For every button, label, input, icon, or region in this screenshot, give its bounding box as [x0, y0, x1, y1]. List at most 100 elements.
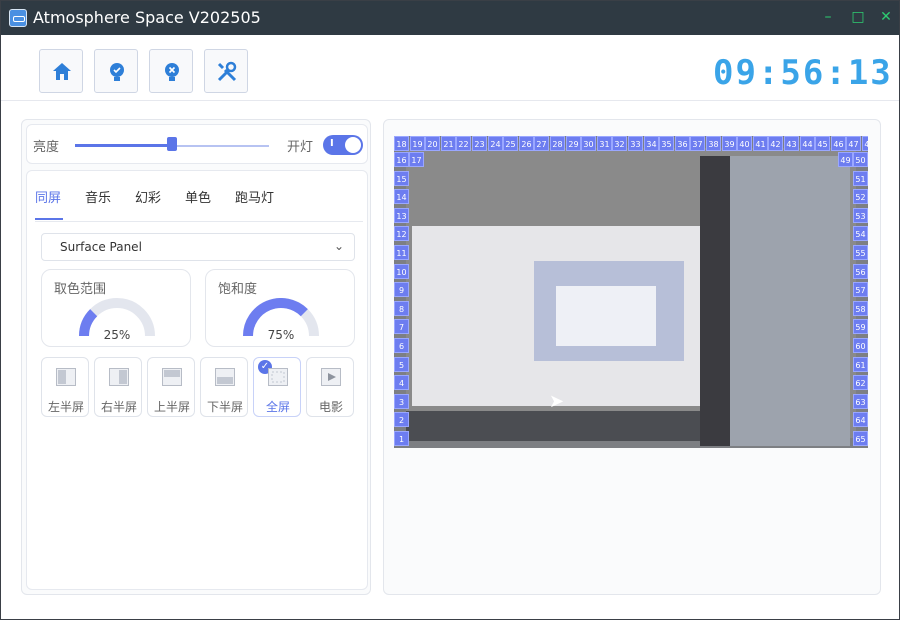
led-top-47: 47	[846, 136, 861, 151]
brightness-slider-fill	[75, 144, 171, 147]
mode-movie-button[interactable]: 电影	[306, 357, 354, 417]
led-top-37: 37	[690, 136, 705, 151]
led-right-60: 60	[853, 338, 868, 353]
led-right-63: 63	[853, 394, 868, 409]
mode-left-half-button[interactable]: 左半屏	[41, 357, 89, 417]
app-logo-icon	[9, 9, 27, 27]
led-left-3: 3	[394, 394, 409, 409]
led-left-10: 10	[394, 264, 409, 279]
saturation-title: 饱和度	[218, 282, 258, 297]
led-top-21: 21	[441, 136, 456, 151]
top-half-icon	[162, 368, 182, 386]
color-range-title: 取色范围	[54, 282, 107, 297]
led-top-46: 46	[831, 136, 846, 151]
led-right-62: 62	[853, 375, 868, 390]
display-select[interactable]: Surface Panel ⌄	[41, 233, 355, 261]
led-right-52: 52	[853, 189, 868, 204]
preview-panel: ➤ 18 19 20 21 22 23 24 25 26 27 28 29 30 31 32 33 34 35 36…	[383, 119, 881, 595]
brightness-slider-thumb[interactable]	[167, 137, 177, 151]
preview-right-region	[730, 156, 850, 446]
display-select-value: Surface Panel	[60, 240, 142, 254]
light-toggle[interactable]: I	[323, 135, 363, 155]
led-top-45: 45	[815, 136, 830, 151]
active-tab-indicator	[35, 218, 63, 220]
mode-label: 上半屏	[153, 400, 190, 414]
tab-music[interactable]: 音乐	[85, 187, 111, 206]
home-icon	[53, 63, 71, 80]
led-top-23: 23	[472, 136, 487, 151]
mode-bottom-half-button[interactable]: 下半屏	[200, 357, 248, 417]
toggle-knob	[345, 137, 361, 153]
led-left-14: 14	[394, 189, 409, 204]
led-left-1: 1	[394, 431, 409, 446]
tab-marquee[interactable]: 跑马灯	[235, 187, 274, 206]
led-right-61: 61	[853, 357, 868, 372]
led-right-55: 55	[853, 245, 868, 260]
led-top-30: 30	[581, 136, 596, 151]
led-top-48: 48	[862, 136, 868, 151]
tools-icon	[217, 61, 237, 82]
app-window: Atmosphere Space V202505 – □ ✕ 09:56:13 …	[0, 0, 900, 620]
led-left-16: 16	[394, 152, 409, 167]
preview-inner-content	[556, 286, 656, 346]
led-top-34: 34	[644, 136, 659, 151]
control-panel: 亮度 开灯 I 同屏 音乐 幻彩 单色 跑马灯 Surface Panel ⌄	[21, 119, 371, 595]
mode-label: 下半屏	[206, 400, 243, 414]
mode-label: 电影	[318, 400, 343, 414]
led-top-42: 42	[768, 136, 783, 151]
led-right-58: 58	[853, 301, 868, 316]
settings-tools-button[interactable]	[204, 49, 248, 93]
saturation-gauge-card: 饱和度 75%	[205, 269, 355, 347]
led-top-25: 25	[503, 136, 518, 151]
led-top-26: 26	[519, 136, 534, 151]
mode-top-half-button[interactable]: 上半屏	[147, 357, 195, 417]
mode-fullscreen-button[interactable]: ✓ 全屏	[253, 357, 301, 417]
led-right-51: 51	[853, 171, 868, 186]
light-on-button[interactable]	[94, 49, 138, 93]
tab-sync-screen[interactable]: 同屏	[35, 187, 61, 206]
preview-dark-strip	[700, 156, 730, 446]
led-top-18: 18	[394, 136, 409, 151]
mode-label: 全屏	[265, 400, 290, 414]
led-top-27: 27	[534, 136, 549, 151]
led-top-43: 43	[784, 136, 799, 151]
maximize-icon[interactable]: □	[849, 8, 867, 26]
preview-taskbar-region	[406, 411, 700, 441]
led-right-65: 65	[853, 431, 868, 446]
led-left-2: 2	[394, 412, 409, 427]
led-top-35: 35	[659, 136, 674, 151]
tab-rainbow[interactable]: 幻彩	[135, 187, 161, 206]
close-icon[interactable]: ✕	[877, 8, 895, 26]
led-top-28: 28	[550, 136, 565, 151]
led-right-59: 59	[853, 319, 868, 334]
home-button[interactable]	[39, 49, 83, 93]
led-top-33: 33	[628, 136, 643, 151]
led-right-57: 57	[853, 282, 868, 297]
led-right-54: 54	[853, 226, 868, 241]
led-top-29: 29	[566, 136, 581, 151]
mode-label: 左半屏	[47, 400, 84, 414]
minimize-icon[interactable]: –	[819, 8, 837, 26]
title-bar: Atmosphere Space V202505 – □ ✕	[1, 1, 899, 35]
digital-clock: 09:56:13	[713, 53, 893, 93]
tab-single-color[interactable]: 单色	[185, 187, 211, 206]
saturation-value: 75%	[267, 328, 295, 342]
led-top-36: 36	[675, 136, 690, 151]
brightness-label: 亮度	[33, 140, 60, 155]
bulb-on-icon	[110, 63, 124, 81]
fullscreen-icon	[268, 368, 288, 386]
toolbar: 09:56:13	[1, 35, 899, 101]
bottom-half-icon	[215, 368, 235, 386]
led-top-44: 44	[800, 136, 815, 151]
led-right-49: 49	[838, 152, 853, 167]
led-top-32: 32	[612, 136, 627, 151]
light-off-button[interactable]	[149, 49, 193, 93]
mode-right-half-button[interactable]: 右半屏	[94, 357, 142, 417]
led-top-19: 19	[410, 136, 425, 151]
toggle-on-text: I	[330, 138, 334, 149]
led-left-11: 11	[394, 245, 409, 260]
led-top-39: 39	[722, 136, 737, 151]
led-top-38: 38	[706, 136, 721, 151]
led-top-31: 31	[597, 136, 612, 151]
led-top-24: 24	[488, 136, 503, 151]
